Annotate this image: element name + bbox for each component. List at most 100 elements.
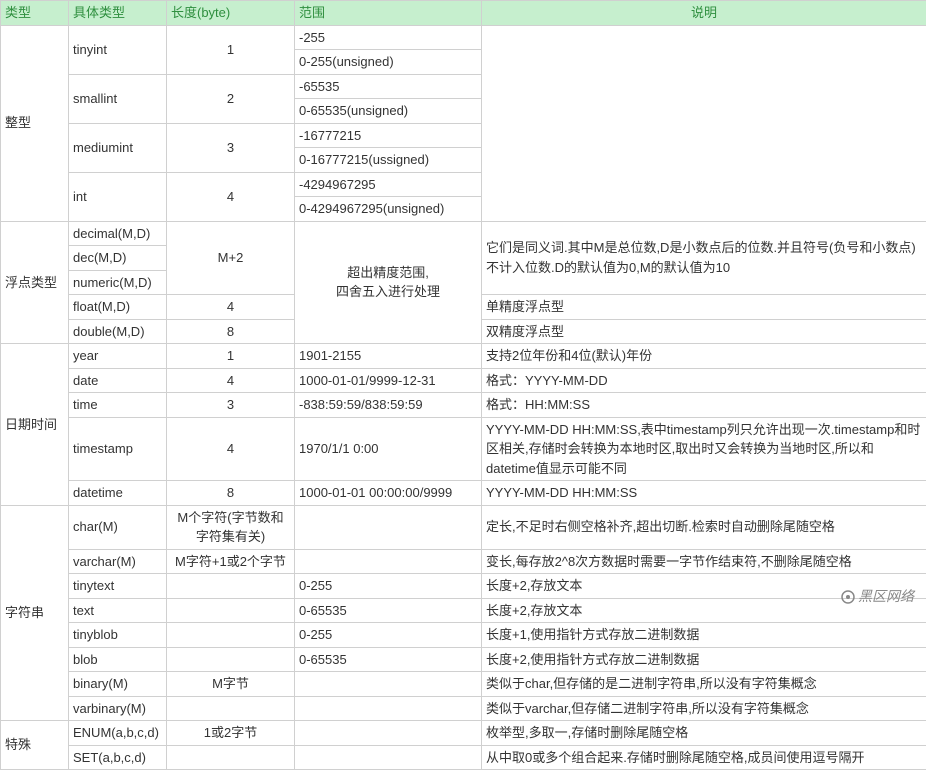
length-cell [167, 598, 295, 623]
subtype-cell: char(M) [69, 505, 167, 549]
subtype-cell: varchar(M) [69, 549, 167, 574]
range-cell [295, 721, 482, 746]
desc-cell: 枚举型,多取一,存储时删除尾随空格 [482, 721, 926, 746]
range-cell: 0-65535 [295, 598, 482, 623]
table-row: text 0-65535长度+2,存放文本 [1, 598, 926, 623]
range-cell: 0-65535(unsigned) [295, 99, 482, 124]
subtype-cell: tinytext [69, 574, 167, 599]
table-row: time3-838:59:59/838:59:59格式：HH:MM:SS [1, 393, 926, 418]
subtype-cell: tinyint [69, 25, 167, 74]
table-row: blob0-65535长度+2,使用指针方式存放二进制数据 [1, 647, 926, 672]
desc-cell: 格式：YYYY-MM-DD [482, 368, 926, 393]
desc-cell: 类似于varchar,但存储二进制字符串,所以没有字符集概念 [482, 696, 926, 721]
desc-cell: YYYY-MM-DD HH:MM:SS,表中timestamp列只允许出现一次.… [482, 417, 926, 481]
table-row: SET(a,b,c,d) 从中取0或多个组合起来.存储时删除尾随空格,成员间使用逗… [1, 745, 926, 770]
header-desc: 说明 [482, 1, 926, 26]
table-row: varbinary(M) 类似于varchar,但存储二进制字符串,所以没有字符集… [1, 696, 926, 721]
desc-cell: 长度+2,使用指针方式存放二进制数据 [482, 647, 926, 672]
length-cell: 8 [167, 319, 295, 344]
type-cell: 整型 [1, 25, 69, 221]
table-row: 字符串char(M)M个字符(字节数和字符集有关)定长,不足时右侧空格补齐,超出… [1, 505, 926, 549]
length-cell: M个字符(字节数和字符集有关) [167, 505, 295, 549]
length-cell: 1 [167, 25, 295, 74]
range-cell [295, 696, 482, 721]
length-cell: 4 [167, 368, 295, 393]
type-cell: 特殊 [1, 721, 69, 770]
subtype-cell: datetime [69, 481, 167, 506]
desc-cell: 它们是同义词.其中M是总位数,D是小数点后的位数.并且符号(负号和小数点)不计入… [482, 221, 926, 295]
table-row: varchar(M)M字符+1或2个字节 变长,每存放2^8次方数据时需要一字节作… [1, 549, 926, 574]
subtype-cell: varbinary(M) [69, 696, 167, 721]
range-cell [295, 549, 482, 574]
table-row: timestamp41970/1/1 0:00YYYY-MM-DD HH:MM:… [1, 417, 926, 481]
length-cell: 4 [167, 172, 295, 221]
desc-cell: 格式：HH:MM:SS [482, 393, 926, 418]
range-cell: -4294967295 [295, 172, 482, 197]
range-cell [295, 672, 482, 697]
range-cell: 0-255(unsigned) [295, 50, 482, 75]
desc-cell [482, 25, 926, 221]
range-cell: 1901-2155 [295, 344, 482, 369]
range-cell: 0-4294967295(unsigned) [295, 197, 482, 222]
header-type: 类型 [1, 1, 69, 26]
desc-cell: 类似于char,但存储的是二进制字符串,所以没有字符集概念 [482, 672, 926, 697]
desc-cell: YYYY-MM-DD HH:MM:SS [482, 481, 926, 506]
range-cell: -16777215 [295, 123, 482, 148]
subtype-cell: float(M,D) [69, 295, 167, 320]
desc-cell: 长度+2,存放文本 [482, 598, 926, 623]
type-cell: 字符串 [1, 505, 69, 721]
length-cell: M字节 [167, 672, 295, 697]
table-row: binary(M)M字节 类似于char,但存储的是二进制字符串,所以没有字符集概… [1, 672, 926, 697]
length-cell: 1 [167, 344, 295, 369]
header-row: 类型 具体类型 长度(byte) 范围 说明 [1, 1, 926, 26]
length-cell [167, 623, 295, 648]
length-cell: 4 [167, 295, 295, 320]
range-cell: 超出精度范围, 四舍五入进行处理 [295, 221, 482, 344]
range-cell: 1000-01-01/9999-12-31 [295, 368, 482, 393]
table-row: 整型tinyint1-255 [1, 25, 926, 50]
table-row: datetime81000-01-01 00:00:00/9999YYYY-MM… [1, 481, 926, 506]
range-cell: 0-65535 [295, 647, 482, 672]
range-cell [295, 745, 482, 770]
table-row: date41000-01-01/9999-12-31格式：YYYY-MM-DD [1, 368, 926, 393]
subtype-cell: timestamp [69, 417, 167, 481]
range-cell: 0-16777215(ussigned) [295, 148, 482, 173]
table-row: tinytext0-255长度+2,存放文本 [1, 574, 926, 599]
desc-cell: 定长,不足时右侧空格补齐,超出切断.检索时自动删除尾随空格 [482, 505, 926, 549]
length-cell [167, 647, 295, 672]
subtype-cell: time [69, 393, 167, 418]
subtype-cell: double(M,D) [69, 319, 167, 344]
subtype-cell: int [69, 172, 167, 221]
table-row: tinyblob0-255长度+1,使用指针方式存放二进制数据 [1, 623, 926, 648]
range-cell: -255 [295, 25, 482, 50]
header-range: 范围 [295, 1, 482, 26]
length-cell: M字符+1或2个字节 [167, 549, 295, 574]
subtype-cell: date [69, 368, 167, 393]
header-length: 长度(byte) [167, 1, 295, 26]
range-cell: 1000-01-01 00:00:00/9999 [295, 481, 482, 506]
desc-cell: 长度+1,使用指针方式存放二进制数据 [482, 623, 926, 648]
length-cell [167, 574, 295, 599]
subtype-cell: dec(M,D) [69, 246, 167, 271]
type-cell: 浮点类型 [1, 221, 69, 344]
length-cell: 1或2字节 [167, 721, 295, 746]
length-cell [167, 696, 295, 721]
table-row: 日期时间year11901-2155支持2位年份和4位(默认)年份 [1, 344, 926, 369]
length-cell: 2 [167, 74, 295, 123]
datatype-table: 类型 具体类型 长度(byte) 范围 说明 整型tinyint1-2550-2… [0, 0, 926, 770]
desc-cell: 变长,每存放2^8次方数据时需要一字节作结束符,不删除尾随空格 [482, 549, 926, 574]
subtype-cell: binary(M) [69, 672, 167, 697]
subtype-cell: SET(a,b,c,d) [69, 745, 167, 770]
desc-cell: 单精度浮点型 [482, 295, 926, 320]
length-cell: 4 [167, 417, 295, 481]
range-cell: 1970/1/1 0:00 [295, 417, 482, 481]
subtype-cell: tinyblob [69, 623, 167, 648]
type-cell: 日期时间 [1, 344, 69, 506]
range-cell: -65535 [295, 74, 482, 99]
desc-cell: 从中取0或多个组合起来.存储时删除尾随空格,成员间使用逗号隔开 [482, 745, 926, 770]
subtype-cell: ENUM(a,b,c,d) [69, 721, 167, 746]
subtype-cell: mediumint [69, 123, 167, 172]
length-cell: 3 [167, 393, 295, 418]
subtype-cell: numeric(M,D) [69, 270, 167, 295]
subtype-cell: text [69, 598, 167, 623]
